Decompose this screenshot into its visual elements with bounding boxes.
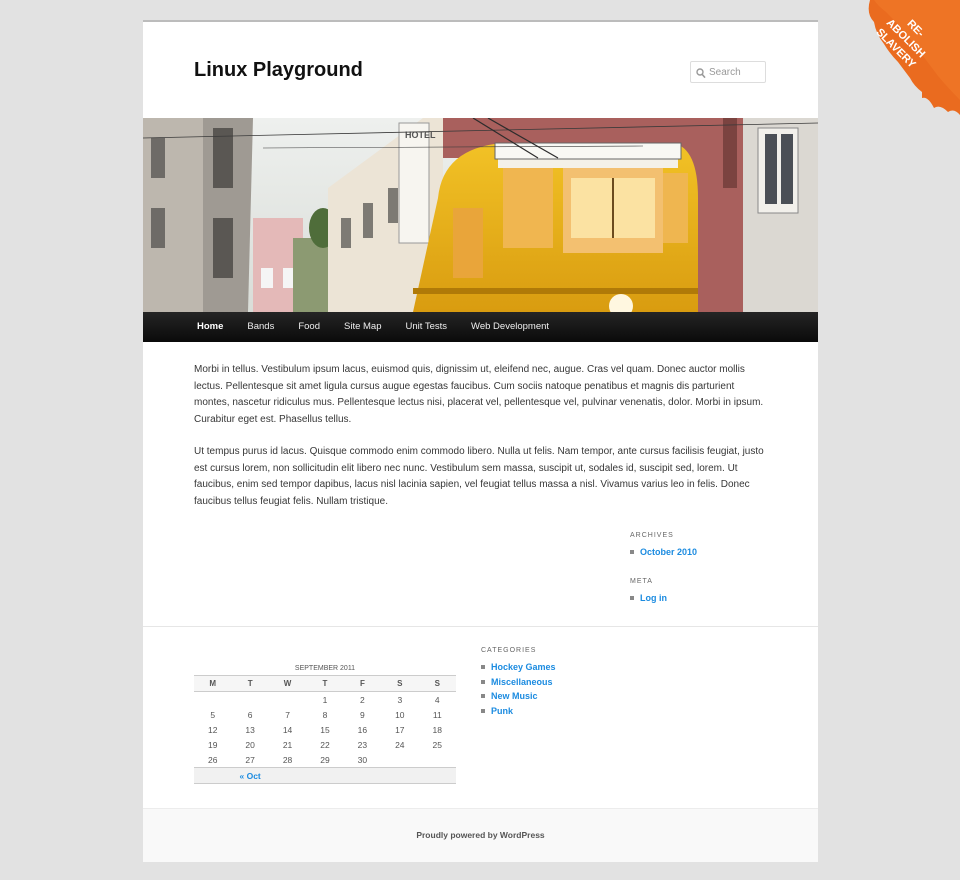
calendar-day	[419, 752, 456, 768]
calendar-day: 5	[210, 709, 216, 720]
category-link-miscellaneous[interactable]: Miscellaneous	[481, 675, 631, 690]
site-title[interactable]: Linux Playground	[194, 59, 363, 82]
calendar-day-header: M	[194, 675, 232, 692]
calendar-day	[194, 692, 231, 708]
sidebar: ARCHIVES October 2010 META Log in	[630, 532, 780, 605]
calendar-day-header: W	[268, 675, 307, 692]
search-box[interactable]	[690, 61, 766, 83]
categories-title: CATEGORIES	[481, 647, 537, 654]
calendar-day: 8	[322, 709, 328, 720]
archives-title: ARCHIVES	[630, 532, 674, 539]
calendar-day: 29	[320, 754, 330, 765]
calendar-day: 3	[397, 694, 403, 705]
nav-item-home[interactable]: Home	[185, 312, 235, 342]
calendar-day: 27	[245, 754, 255, 765]
re-abolish-slavery-ribbon[interactable]: RE- ABOLISH SLAVERY	[830, 0, 960, 118]
nav-item-food[interactable]: Food	[286, 312, 332, 342]
calendar-day: 19	[207, 739, 218, 750]
calendar-table: M T W T F S S 1 2 3 4 5 6 7 8 9 10 11 12…	[194, 675, 456, 784]
calendar-day-header: T	[231, 675, 269, 692]
calendar-day: 18	[432, 724, 442, 735]
calendar-day: 28	[282, 754, 293, 765]
calendar-day	[231, 692, 268, 708]
main-content: Morbi in tellus. Vestibulum ipsum lacus,…	[194, 362, 764, 526]
calendar-day-header: T	[306, 675, 344, 692]
calendar-day: 20	[245, 739, 255, 750]
category-link-hockey-games[interactable]: Hockey Games	[481, 660, 631, 675]
calendar-widget: SEPTEMBER 2011 M T W T F S S 1 2 3 4 5 6…	[194, 665, 456, 784]
calendar-day: 12	[207, 724, 218, 735]
calendar-day: 15	[320, 724, 330, 735]
footer-widgets: SEPTEMBER 2011 M T W T F S S 1 2 3 4 5 6…	[143, 626, 818, 809]
search-icon	[696, 66, 706, 84]
calendar-day: 14	[282, 724, 293, 735]
category-link-punk[interactable]: Punk	[481, 704, 631, 719]
calendar-day	[269, 692, 306, 708]
calendar-week: 5 6 7 8 9 10 11	[194, 707, 456, 722]
meta-title: META	[630, 577, 653, 585]
calendar-day: 13	[245, 724, 255, 735]
calendar-day: 30	[357, 754, 368, 765]
header-image: HOTEL	[143, 118, 818, 312]
calendar-day: 7	[285, 709, 290, 720]
calendar-day: 16	[357, 724, 368, 735]
page: Linux Playground Search HOTEL Home Bands…	[143, 20, 818, 862]
calendar-week: 12 13 14 15 16 17 18	[194, 722, 456, 737]
calendar-day-header: F	[343, 675, 382, 692]
categories-widget: CATEGORIES Hockey Games Miscellaneous Ne…	[481, 647, 631, 718]
calendar-day: 26	[207, 754, 218, 765]
calendar-day-header: S	[418, 675, 456, 692]
calendar-day: 10	[395, 709, 405, 720]
calendar-day: 2	[360, 694, 365, 705]
content-paragraph: Morbi in tellus. Vestibulum ipsum lacus,…	[194, 364, 764, 425]
calendar-day: 24	[395, 739, 405, 750]
archive-link-october-2010[interactable]: October 2010	[630, 545, 780, 560]
login-link[interactable]: Log in	[630, 591, 780, 606]
nav-item-bands[interactable]: Bands	[235, 312, 286, 342]
nav-item-site-map[interactable]: Site Map	[332, 312, 394, 342]
category-link-new-music[interactable]: New Music	[481, 689, 631, 704]
search-input[interactable]	[709, 64, 763, 80]
nav-item-unit-tests[interactable]: Unit Tests	[394, 312, 460, 342]
calendar-day: 21	[282, 739, 293, 750]
calendar-week: 1 2 3 4	[194, 692, 456, 708]
calendar-day: 25	[432, 739, 442, 750]
calendar-day: 23	[357, 739, 368, 750]
calendar-week: 26 27 28 29 30	[194, 752, 456, 768]
powered-by-link[interactable]: Proudly powered by WordPress	[143, 830, 818, 840]
calendar-caption: SEPTEMBER 2011	[294, 665, 356, 672]
calendar-prev-link[interactable]: « Oct	[240, 771, 261, 781]
calendar-day: 17	[395, 724, 405, 735]
calendar-day: 6	[247, 709, 253, 720]
calendar-day: 11	[432, 709, 442, 720]
calendar-day	[381, 752, 418, 768]
calendar-day: 1	[322, 694, 328, 705]
calendar-week: 19 20 21 22 23 24 25	[194, 737, 456, 752]
nav-item-web-development[interactable]: Web Development	[459, 312, 561, 342]
calendar-day-header: S	[381, 675, 419, 692]
calendar-day: 22	[320, 739, 330, 750]
site-footer: Proudly powered by WordPress	[143, 808, 818, 862]
content-paragraph: Ut tempus purus id lacus. Quisque commod…	[194, 446, 764, 507]
calendar-day: 4	[434, 694, 440, 705]
main-navigation: Home Bands Food Site Map Unit Tests Web …	[143, 312, 818, 342]
calendar-day: 9	[360, 709, 365, 720]
